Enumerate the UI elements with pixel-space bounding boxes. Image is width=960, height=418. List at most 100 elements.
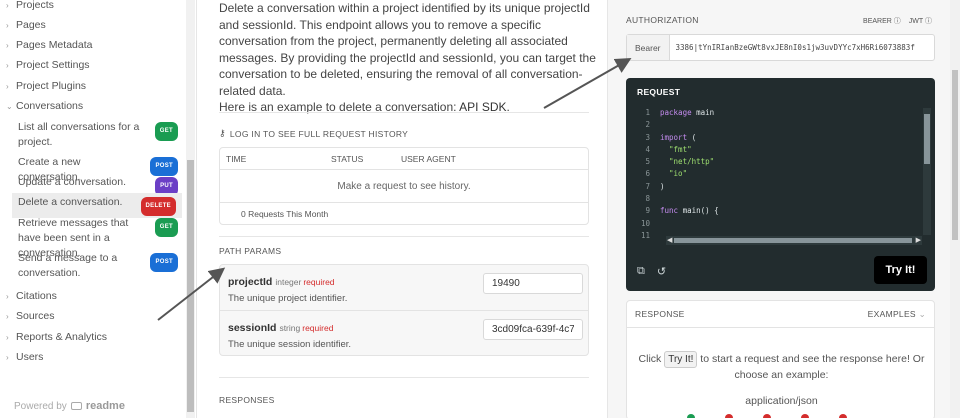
code-hscroll-thumb[interactable] bbox=[674, 238, 912, 243]
history-footer: 0 Requests This Month bbox=[241, 209, 329, 219]
info-icon: ⓘ bbox=[925, 18, 932, 25]
auth-option-bearer[interactable]: BEARER ⓘ bbox=[863, 16, 901, 26]
code-token: ) bbox=[660, 181, 665, 191]
chevron-right-icon: › bbox=[6, 291, 9, 301]
chevron-down-icon: ⌄ bbox=[6, 101, 13, 111]
code-line: 9 func main() { bbox=[626, 206, 926, 218]
authorization-title: AUTHORIZATION bbox=[626, 15, 699, 25]
code-line: 4 "fmt" bbox=[626, 145, 926, 157]
code-token: import bbox=[660, 132, 692, 142]
divider bbox=[219, 377, 589, 378]
responses-title: RESPONSES bbox=[219, 395, 275, 405]
scroll-left-icon[interactable]: ◀ bbox=[667, 236, 672, 244]
reset-icon[interactable]: ↺ bbox=[657, 265, 666, 278]
chevron-right-icon: › bbox=[6, 311, 9, 321]
chevron-right-icon: › bbox=[6, 352, 9, 362]
code-scroll-thumb[interactable] bbox=[924, 114, 930, 164]
code-token: func bbox=[660, 206, 683, 216]
session-id-input[interactable] bbox=[483, 319, 583, 340]
sidebar-item-list-conversations[interactable]: List all conversations for a project. GET bbox=[18, 120, 178, 150]
history-empty: Make a request to see history. bbox=[220, 170, 588, 203]
sidebar-item-project-plugins[interactable]: › Project Plugins bbox=[6, 80, 86, 92]
line-number: 7 bbox=[645, 181, 650, 191]
code-line: 1 package main bbox=[626, 108, 926, 120]
line-number: 4 bbox=[645, 144, 650, 154]
code-token: "net/http" bbox=[660, 157, 715, 167]
code-token: main bbox=[696, 108, 715, 117]
powered-by[interactable]: Powered by readme bbox=[14, 400, 125, 412]
sidebar-scroll-thumb[interactable] bbox=[187, 160, 194, 412]
copy-icon[interactable]: ⧉ bbox=[637, 265, 645, 278]
status-dots bbox=[687, 414, 847, 418]
endpoint-description: Delete a conversation within a project i… bbox=[219, 1, 596, 114]
status-dot[interactable] bbox=[801, 414, 809, 418]
try-it-button[interactable]: Try It! bbox=[874, 256, 927, 284]
sidebar-item-users[interactable]: › Users bbox=[6, 351, 43, 363]
readme-logo-icon bbox=[70, 402, 82, 410]
info-icon: ⓘ bbox=[893, 18, 901, 25]
sidebar-item-pages-metadata[interactable]: › Pages Metadata bbox=[6, 39, 92, 51]
status-dot[interactable] bbox=[725, 414, 733, 418]
sidebar-item-reports[interactable]: › Reports & Analytics bbox=[6, 331, 107, 343]
login-history-link[interactable]: ⚷ LOG IN TO SEE FULL REQUEST HISTORY bbox=[219, 128, 408, 139]
page-scroll-thumb[interactable] bbox=[952, 70, 958, 240]
auth-option-jwt[interactable]: JWT ⓘ bbox=[909, 16, 932, 26]
code-line: 6 "io" bbox=[626, 169, 926, 181]
chevron-right-icon: › bbox=[6, 40, 9, 50]
sidebar-section-conversations[interactable]: ⌄ Conversations bbox=[6, 100, 83, 112]
sidebar-item-sources[interactable]: › Sources bbox=[6, 310, 55, 322]
project-id-input[interactable] bbox=[483, 273, 583, 294]
method-badge: GET bbox=[154, 122, 178, 141]
sidebar-item-send-message[interactable]: Send a message to a conversation. POST bbox=[18, 251, 178, 281]
code-token: "fmt" bbox=[660, 144, 692, 154]
sidebar-item-citations[interactable]: › Citations bbox=[6, 290, 57, 302]
history-header: TIME STATUS USER AGENT bbox=[220, 148, 588, 170]
method-badge: POST bbox=[150, 157, 178, 176]
status-dot[interactable] bbox=[763, 414, 771, 418]
auth-token-field[interactable]: Bearer 3386|tYnIRIanBzeGWt8vxJE8nI0s1jw3… bbox=[626, 34, 935, 61]
code-vertical-scrollbar[interactable] bbox=[923, 108, 931, 235]
code-horizontal-scrollbar[interactable]: ◀ ▶ bbox=[666, 236, 922, 245]
code-line: 8 bbox=[626, 194, 926, 206]
chevron-right-icon: › bbox=[6, 20, 9, 30]
sidebar-item-projects[interactable]: › Projects bbox=[6, 0, 54, 11]
divider bbox=[219, 112, 589, 113]
code-block: 1 package main 2 3 import (4 "fmt" 5 "net/htt… bbox=[626, 108, 926, 243]
line-number: 9 bbox=[645, 206, 650, 216]
line-number: 11 bbox=[640, 230, 650, 240]
sidebar-item-project-settings[interactable]: › Project Settings bbox=[6, 59, 90, 71]
page-scrollbar[interactable] bbox=[950, 0, 960, 418]
sidebar: › Projects › Pages › Pages Metadata › Projec… bbox=[0, 0, 197, 418]
response-content-type: application/json bbox=[745, 395, 818, 407]
line-number: 8 bbox=[645, 194, 650, 204]
line-number: 10 bbox=[640, 218, 650, 228]
chevron-down-icon: ⌄ bbox=[918, 308, 926, 319]
inline-try-it-button[interactable]: Try It! bbox=[664, 351, 698, 368]
bearer-label: Bearer bbox=[627, 35, 670, 60]
code-line: 7) bbox=[626, 182, 926, 194]
sidebar-item-pages[interactable]: › Pages bbox=[6, 19, 46, 31]
request-panel: REQUEST 1 package main 2 3 import (4 "fmt" 5 … bbox=[626, 78, 935, 291]
request-history-table: TIME STATUS USER AGENT Make a request to… bbox=[219, 147, 589, 225]
code-token: main() { bbox=[682, 206, 719, 216]
method-badge: DELETE bbox=[140, 197, 176, 216]
request-tools: ⧉ ↺ bbox=[637, 265, 666, 278]
response-panel: RESPONSE EXAMPLES ⌄ Click Try It! to sta… bbox=[626, 300, 935, 418]
chevron-right-icon: › bbox=[6, 81, 9, 91]
line-number: 5 bbox=[645, 157, 650, 167]
divider bbox=[219, 236, 589, 237]
api-console: AUTHORIZATION BEARER ⓘ JWT ⓘ Bearer 3386… bbox=[607, 0, 950, 418]
line-number: 3 bbox=[645, 132, 650, 142]
sidebar-item-delete-conversation[interactable]: Delete a conversation. DELETE bbox=[12, 193, 182, 218]
code-line: 3 import ( bbox=[626, 133, 926, 145]
sidebar-scrollbar[interactable] bbox=[186, 0, 195, 418]
status-dot[interactable] bbox=[839, 414, 847, 418]
scroll-right-icon[interactable]: ▶ bbox=[916, 236, 921, 244]
method-badge: GET bbox=[154, 218, 178, 237]
code-token: package bbox=[660, 108, 697, 117]
status-dot[interactable] bbox=[687, 414, 695, 418]
examples-dropdown[interactable]: EXAMPLES ⌄ bbox=[868, 309, 926, 320]
line-number: 1 bbox=[645, 108, 650, 117]
code-line: 2 bbox=[626, 120, 926, 132]
auth-token-value: 3386|tYnIRIanBzeGWt8vxJE8nI0s1jw3uvDYYc7… bbox=[675, 43, 915, 52]
